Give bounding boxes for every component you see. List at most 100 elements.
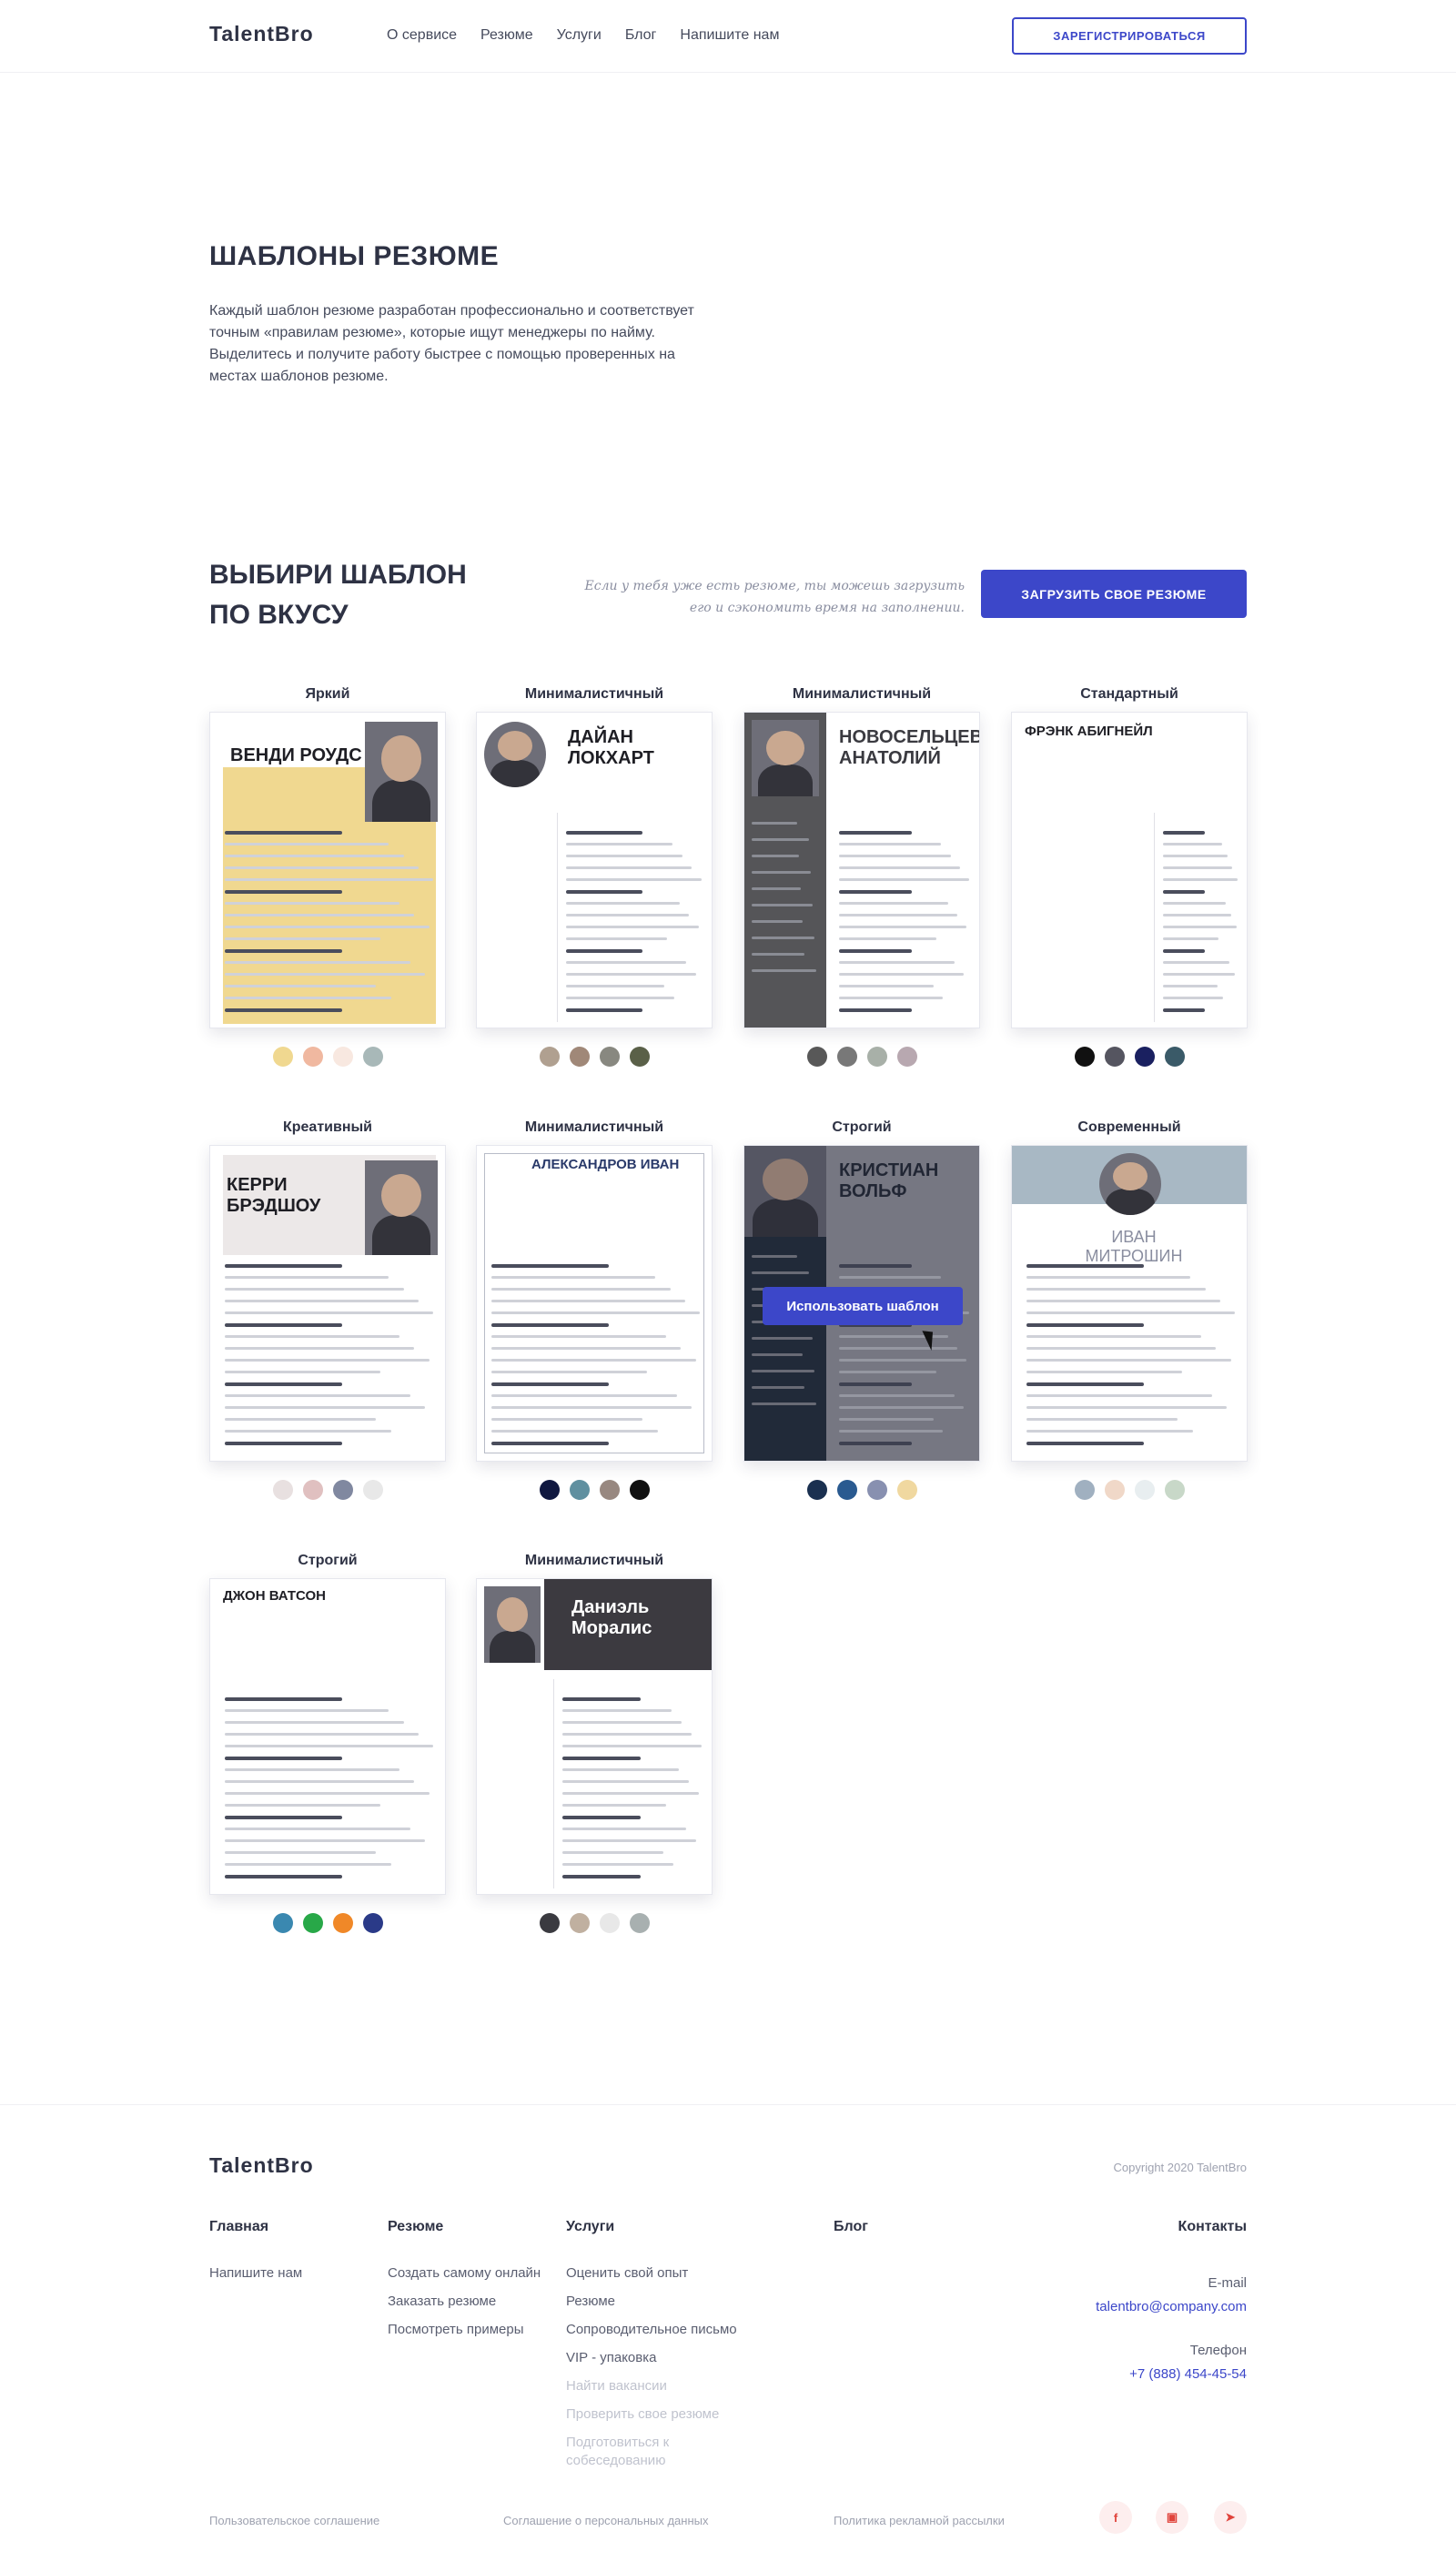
- footer-link[interactable]: Посмотреть примеры: [388, 2315, 541, 2344]
- color-swatch[interactable]: [1164, 1480, 1185, 1500]
- facebook-icon[interactable]: f: [1099, 2501, 1132, 2534]
- template-preview[interactable]: ФРЭНК АБИГНЕЙЛ: [1011, 712, 1248, 1028]
- color-swatch[interactable]: [866, 1480, 887, 1500]
- resume-text-line: [225, 1804, 380, 1807]
- instagram-icon[interactable]: ▣: [1156, 2501, 1188, 2534]
- newsletter-policy-link[interactable]: Политика рекламной рассылки: [834, 2514, 1005, 2527]
- template-card[interactable]: Стандартный ФРЭНК АБИГНЕЙЛ: [1011, 686, 1248, 1067]
- template-card[interactable]: Минималистичный АЛЕКСАНДРОВ ИВАН: [476, 1119, 713, 1500]
- email-link[interactable]: talentbro@company.com: [1001, 2295, 1247, 2319]
- color-swatch[interactable]: [1074, 1047, 1095, 1067]
- color-swatch[interactable]: [1074, 1480, 1095, 1500]
- color-swatch[interactable]: [362, 1047, 383, 1067]
- nav-contact[interactable]: Напишите нам: [680, 27, 779, 44]
- color-swatch[interactable]: [302, 1047, 323, 1067]
- color-swatch[interactable]: [836, 1480, 857, 1500]
- color-swatch[interactable]: [569, 1047, 590, 1067]
- color-swatch[interactable]: [1164, 1047, 1185, 1067]
- upload-resume-button[interactable]: ЗАГРУЗИТЬ СВОЕ РЕЗЮМЕ: [981, 570, 1247, 618]
- resume-text-line: [491, 1382, 609, 1386]
- nav-services[interactable]: Услуги: [557, 27, 602, 44]
- template-card[interactable]: Современный ИВАН МИТРОШИН: [1011, 1119, 1248, 1500]
- template-card[interactable]: Минималистичный НОВОСЕЛЬЦЕВ АНАТОЛИЙ: [743, 686, 980, 1067]
- color-swatch[interactable]: [302, 1480, 323, 1500]
- color-swatch[interactable]: [569, 1913, 590, 1933]
- color-swatch[interactable]: [599, 1047, 620, 1067]
- color-swatch[interactable]: [272, 1047, 293, 1067]
- resume-text-line: [491, 1430, 658, 1433]
- resume-text-line: [562, 1745, 702, 1747]
- color-swatch[interactable]: [539, 1913, 560, 1933]
- footer-col-title[interactable]: Резюме: [388, 2219, 541, 2235]
- color-swatch[interactable]: [569, 1480, 590, 1500]
- nav-resume[interactable]: Резюме: [480, 27, 533, 44]
- footer-link[interactable]: Оценить свой опыт: [566, 2259, 737, 2287]
- template-card[interactable]: Строгий КРИСТИАН ВОЛЬФ Использовать шаблон: [743, 1119, 980, 1500]
- footer-link[interactable]: VIP - упаковка: [566, 2344, 737, 2372]
- color-swatch[interactable]: [629, 1913, 650, 1933]
- template-preview[interactable]: КРИСТИАН ВОЛЬФ Использовать шаблон: [743, 1145, 980, 1462]
- footer-col-title[interactable]: Услуги: [566, 2219, 737, 2235]
- phone-link[interactable]: +7 (888) 454-45-54: [1001, 2363, 1247, 2386]
- color-swatch[interactable]: [362, 1913, 383, 1933]
- resume-text-line: [566, 961, 687, 964]
- color-swatch[interactable]: [272, 1480, 293, 1500]
- template-card[interactable]: Креативный КЕРРИ БРЭДШОУ: [209, 1119, 446, 1500]
- resume-text-line: [225, 890, 342, 894]
- footer-link[interactable]: Резюме: [566, 2287, 737, 2315]
- template-card[interactable]: Минималистичный ДАЙАН ЛОКХАРТ: [476, 686, 713, 1067]
- footer-logo[interactable]: TalentBro: [209, 2153, 314, 2178]
- color-swatch[interactable]: [629, 1480, 650, 1500]
- resume-text-line: [839, 855, 951, 857]
- color-swatch[interactable]: [539, 1480, 560, 1500]
- color-swatch[interactable]: [599, 1913, 620, 1933]
- template-preview[interactable]: ВЕНДИ РОУДС: [209, 712, 446, 1028]
- color-swatch[interactable]: [806, 1480, 827, 1500]
- template-preview[interactable]: ДЖОН ВАТСОН: [209, 1578, 446, 1895]
- color-swatch[interactable]: [302, 1913, 323, 1933]
- personal-data-link[interactable]: Соглашение о персональных данных: [503, 2514, 708, 2527]
- color-swatch[interactable]: [896, 1047, 917, 1067]
- nav-about[interactable]: О сервисе: [387, 27, 457, 44]
- template-card[interactable]: Яркий ВЕНДИ РОУДС: [209, 686, 446, 1067]
- color-swatch[interactable]: [806, 1047, 827, 1067]
- color-swatch[interactable]: [629, 1047, 650, 1067]
- color-swatch[interactable]: [599, 1480, 620, 1500]
- color-swatch[interactable]: [362, 1480, 383, 1500]
- color-swatch[interactable]: [1134, 1047, 1155, 1067]
- telegram-icon[interactable]: ➤: [1214, 2501, 1247, 2534]
- template-preview[interactable]: Даниэль Моралис: [476, 1578, 713, 1895]
- footer-link[interactable]: Заказать резюме: [388, 2287, 541, 2315]
- template-preview[interactable]: КЕРРИ БРЭДШОУ: [209, 1145, 446, 1462]
- color-swatch[interactable]: [1134, 1480, 1155, 1500]
- footer-link[interactable]: Напишите нам: [209, 2259, 302, 2287]
- color-swatch[interactable]: [332, 1913, 353, 1933]
- color-swatch[interactable]: [1104, 1047, 1125, 1067]
- color-swatch[interactable]: [332, 1047, 353, 1067]
- footer-link[interactable]: Создать самому онлайн: [388, 2259, 541, 2287]
- footer-link[interactable]: Сопроводительное письмо: [566, 2315, 737, 2344]
- color-swatch[interactable]: [836, 1047, 857, 1067]
- footer-col-title[interactable]: Блог: [834, 2219, 868, 2235]
- template-card[interactable]: Минималистичный Даниэль Моралис: [476, 1553, 713, 1933]
- template-preview[interactable]: ДАЙАН ЛОКХАРТ: [476, 712, 713, 1028]
- color-swatch[interactable]: [332, 1480, 353, 1500]
- resume-text-line: [225, 1745, 434, 1747]
- footer-col-title[interactable]: Главная: [209, 2219, 302, 2235]
- template-preview[interactable]: ИВАН МИТРОШИН: [1011, 1145, 1248, 1462]
- color-swatch[interactable]: [539, 1047, 560, 1067]
- template-card[interactable]: Строгий ДЖОН ВАТСОН: [209, 1553, 446, 1933]
- user-agreement-link[interactable]: Пользовательское соглашение: [209, 2514, 379, 2527]
- color-swatch[interactable]: [272, 1913, 293, 1933]
- register-button[interactable]: ЗАРЕГИСТРИРОВАТЬСЯ: [1012, 17, 1247, 55]
- color-swatch[interactable]: [866, 1047, 887, 1067]
- resume-text-line: [1163, 1008, 1206, 1012]
- template-preview[interactable]: АЛЕКСАНДРОВ ИВАН: [476, 1145, 713, 1462]
- template-preview[interactable]: НОВОСЕЛЬЦЕВ АНАТОЛИЙ: [743, 712, 980, 1028]
- use-template-button[interactable]: Использовать шаблон: [763, 1287, 963, 1325]
- color-swatch[interactable]: [896, 1480, 917, 1500]
- color-swatch[interactable]: [1104, 1480, 1125, 1500]
- footer-link-disabled: Подготовиться к собеседованию: [566, 2435, 670, 2468]
- nav-blog[interactable]: Блог: [625, 27, 657, 44]
- logo[interactable]: TalentBro: [209, 22, 314, 46]
